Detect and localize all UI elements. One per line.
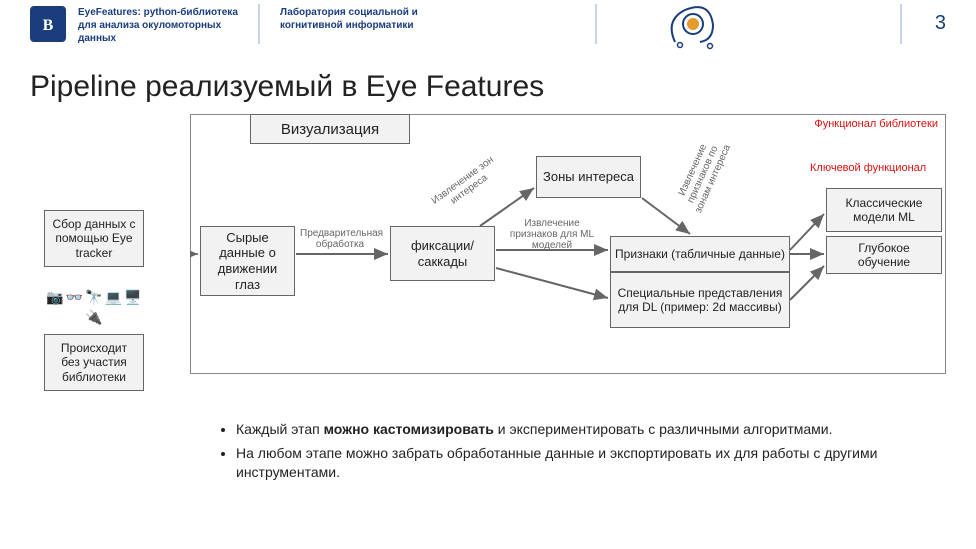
legend-lib-functional: Функционал библиотеки bbox=[814, 118, 938, 130]
header: В EyeFeatures: python-библиотека для ана… bbox=[0, 0, 976, 60]
chip-icon: 🔌 bbox=[85, 309, 102, 326]
pipeline-diagram: Визуализация Функционал библиотеки Ключе… bbox=[190, 114, 946, 414]
camera-icon: 📷 bbox=[46, 289, 63, 306]
box-deep-learning: Глубокое обучение bbox=[826, 236, 942, 274]
tripod-icon: 🔭 bbox=[85, 289, 102, 306]
box-without-lib: Происходит без участия библиотеки bbox=[44, 334, 144, 391]
svg-text:В: В bbox=[43, 17, 54, 34]
divider-icon bbox=[595, 4, 597, 44]
box-features-tabular: Признаки (табличные данные) bbox=[610, 236, 790, 272]
box-classic-ml: Классические модели ML bbox=[826, 188, 942, 232]
box-visualization: Визуализация bbox=[250, 114, 410, 144]
slide-title: Pipeline реализуемый в Eye Features bbox=[30, 70, 976, 104]
page-number: 3 bbox=[935, 12, 946, 35]
box-fixations-saccades: фиксации/ саккады bbox=[390, 226, 495, 281]
eye-swirl-icon bbox=[655, 0, 725, 55]
box-raw-data: Сырые данные о движении глаз bbox=[200, 226, 295, 296]
subtitle-right: Лаборатория социальной и когнитивной инф… bbox=[280, 6, 460, 32]
label-preprocessing: Предварительная обработка bbox=[300, 228, 380, 250]
divider-icon bbox=[258, 4, 260, 44]
divider-icon bbox=[900, 4, 902, 44]
legend-key-functional: Ключевой функционал bbox=[810, 162, 926, 174]
box-special-repr: Специальные представления для DL (пример… bbox=[610, 272, 790, 328]
bullet-list: Каждый этап можно кастомизировать и эксп… bbox=[218, 420, 936, 483]
laptop-icon: 💻 bbox=[105, 289, 122, 306]
bullet-item: На любом этапе можно забрать обработанны… bbox=[236, 444, 936, 483]
monitor-icon: 🖥️ bbox=[124, 289, 141, 306]
subtitle-left: EyeFeatures: python-библиотека для анали… bbox=[78, 6, 238, 45]
box-collect: Сбор данных с помощью Eye tracker bbox=[44, 210, 144, 267]
box-aoi: Зоны интереса bbox=[536, 156, 641, 198]
bullet-item: Каждый этап можно кастомизировать и эксп… bbox=[236, 420, 936, 440]
glasses-icon: 👓 bbox=[66, 289, 83, 306]
label-extract-feats-ml: Извлечение признаков для ML моделей bbox=[504, 218, 600, 251]
hse-logo-icon: В bbox=[30, 6, 66, 42]
device-icons: 📷 👓 🔭 💻 🖥️ 🔌 bbox=[44, 288, 144, 326]
